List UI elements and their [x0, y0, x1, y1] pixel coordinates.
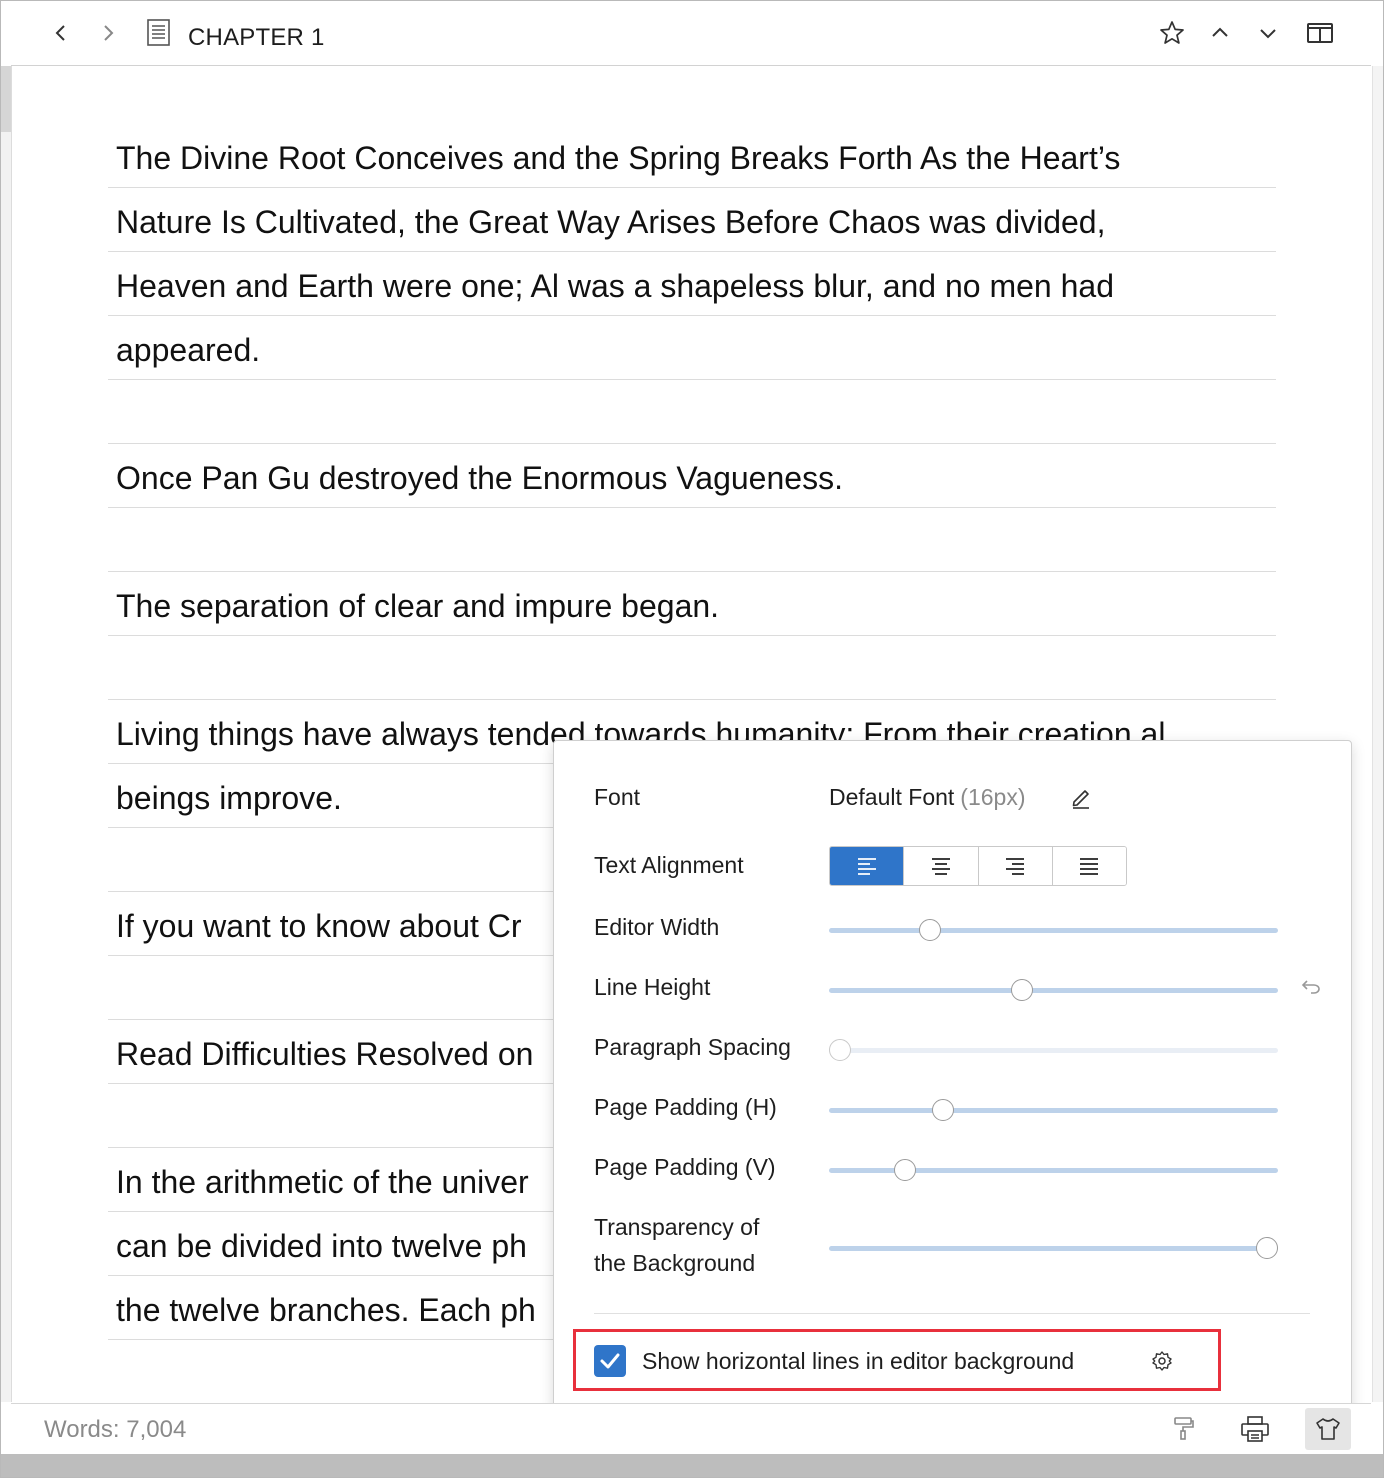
tshirt-icon — [1316, 1418, 1340, 1440]
text-alignment-label: Text Alignment — [594, 852, 744, 878]
split-view-icon — [1307, 23, 1333, 43]
background-transparency-slider[interactable] — [829, 1237, 1278, 1259]
font-label: Font — [594, 784, 641, 810]
editor-line — [108, 636, 1276, 700]
printer-icon — [1241, 1416, 1269, 1442]
align-right-icon — [1006, 858, 1025, 875]
align-left-icon — [857, 858, 876, 875]
popover-divider — [594, 1313, 1310, 1314]
align-justify-button[interactable] — [1052, 847, 1126, 885]
page-padding-h-label: Page Padding (H) — [594, 1094, 777, 1120]
align-right-button[interactable] — [978, 847, 1053, 885]
show-lines-label[interactable]: Show horizontal lines in editor backgrou… — [642, 1343, 1074, 1379]
font-size: (16px) — [960, 784, 1026, 810]
theme-button[interactable] — [1305, 1408, 1351, 1450]
left-scrollbar-thumb[interactable] — [1, 66, 11, 132]
editor-line — [108, 508, 1276, 572]
page-padding-v-label: Page Padding (V) — [594, 1154, 776, 1180]
transparency-label-line2: the Background — [594, 1250, 756, 1276]
document-icon — [147, 19, 170, 46]
paragraph-spacing-slider[interactable] — [829, 1039, 1278, 1061]
page-padding-h-thumb[interactable] — [931, 1099, 954, 1121]
forward-button[interactable] — [90, 15, 126, 51]
editor-line: The Divine Root Conceives and the Spring… — [108, 124, 1276, 188]
align-justify-icon — [1080, 858, 1099, 875]
editor-line: Heaven and Earth were one; Al was a shap… — [108, 252, 1276, 316]
pencil-icon — [1072, 790, 1089, 809]
word-count: Words: 7,004 — [44, 1416, 187, 1443]
line-settings-button[interactable] — [1151, 1350, 1173, 1377]
undo-icon — [1301, 980, 1320, 994]
paint-roller-icon — [1174, 1417, 1194, 1440]
document-outline-button[interactable] — [141, 15, 177, 51]
paragraph-spacing-label: Paragraph Spacing — [594, 1034, 791, 1060]
chapter-title: CHAPTER 1 — [188, 24, 325, 51]
align-center-button[interactable] — [904, 847, 979, 885]
star-icon — [1160, 21, 1184, 44]
reset-line-height-button[interactable] — [1300, 977, 1322, 1000]
format-painter-button[interactable] — [1161, 1408, 1207, 1450]
editor-line: Once Pan Gu destroyed the Enormous Vague… — [108, 444, 1276, 508]
line-height-label: Line Height — [594, 974, 711, 1000]
previous-chapter-button[interactable] — [1202, 15, 1238, 51]
editor-line: appeared. — [108, 316, 1276, 380]
show-lines-checkbox[interactable] — [594, 1345, 626, 1377]
checkmark-icon — [600, 1353, 620, 1369]
editor-line — [108, 380, 1276, 444]
page-padding-v-slider[interactable] — [829, 1159, 1278, 1181]
appearance-settings-popover: Font Default Font (16px) Text Alignment E… — [553, 740, 1352, 1409]
line-height-slider[interactable] — [829, 979, 1278, 1001]
left-scroll-gutter — [1, 66, 12, 1402]
background-transparency-thumb[interactable] — [1255, 1237, 1278, 1259]
page-padding-h-slider[interactable] — [829, 1099, 1278, 1121]
toolbar: CHAPTER 1 — [11, 1, 1371, 66]
editor-line: Nature Is Cultivated, the Great Way Aris… — [108, 188, 1276, 252]
font-value[interactable]: Default Font (16px) — [829, 779, 1026, 815]
split-view-button[interactable] — [1302, 15, 1338, 51]
chevron-down-icon — [1260, 29, 1276, 39]
align-left-button[interactable] — [830, 847, 905, 885]
editor-width-slider[interactable] — [829, 919, 1278, 941]
paragraph-spacing-thumb[interactable] — [829, 1039, 852, 1061]
status-bar: Words: 7,004 — [11, 1403, 1371, 1454]
transparency-label-line1: Transparency of — [594, 1214, 760, 1240]
text-alignment-control — [829, 846, 1127, 886]
editor-width-label: Editor Width — [594, 914, 720, 940]
right-scroll-gutter — [1372, 66, 1383, 1402]
favorite-button[interactable] — [1154, 15, 1190, 51]
next-chapter-button[interactable] — [1250, 15, 1286, 51]
print-button[interactable] — [1232, 1408, 1278, 1450]
page-padding-v-thumb[interactable] — [893, 1159, 916, 1181]
editor-width-thumb[interactable] — [919, 919, 942, 941]
editor-line: The separation of clear and impure began… — [108, 572, 1276, 636]
chevron-up-icon — [1212, 27, 1228, 37]
line-height-thumb[interactable] — [1011, 979, 1034, 1001]
align-center-icon — [931, 858, 950, 875]
chevron-left-icon — [55, 25, 65, 41]
chevron-right-icon — [104, 25, 114, 41]
edit-font-button[interactable] — [1070, 785, 1092, 814]
gear-icon — [1152, 1351, 1172, 1371]
window-bottom-edge — [1, 1454, 1383, 1477]
back-button[interactable] — [43, 15, 79, 51]
